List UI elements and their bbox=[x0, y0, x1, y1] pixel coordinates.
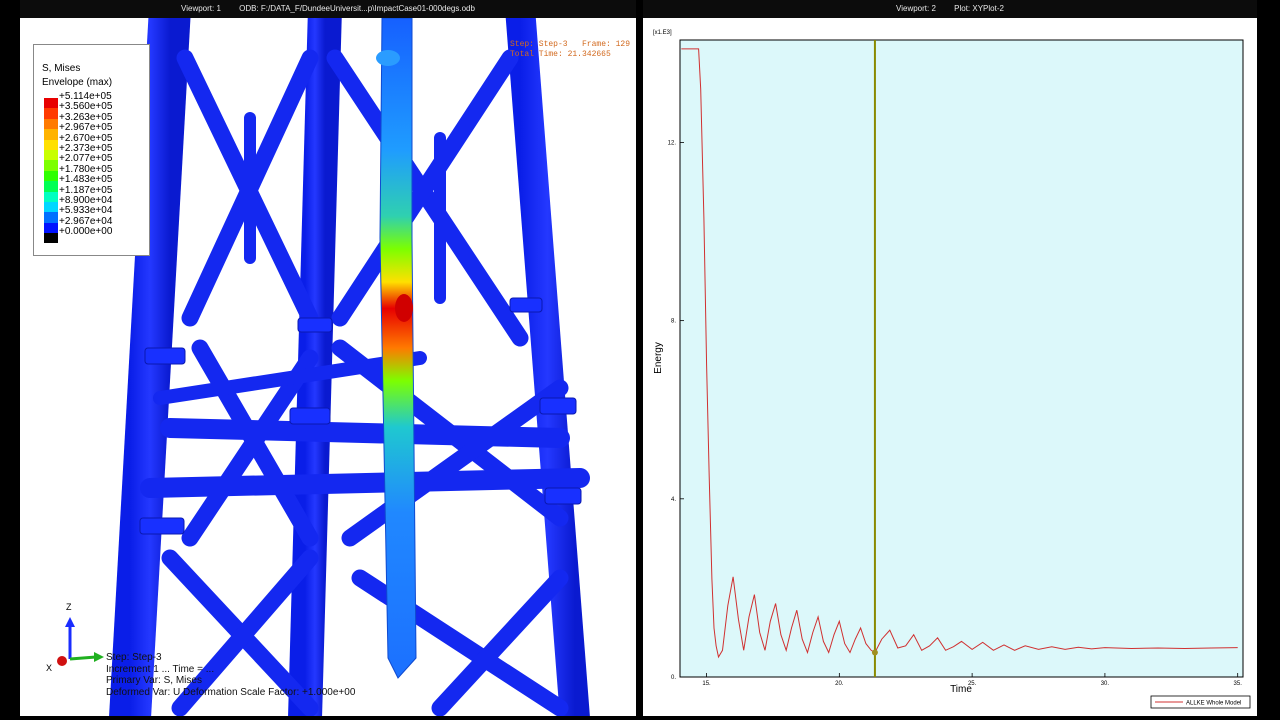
legend-color-bar-7 bbox=[44, 170, 58, 182]
viewport-1[interactable]: Viewport: 1 ODB: F:/DATA_F/DundeeUnivers… bbox=[20, 0, 636, 716]
status-block: Step: Step-3 Increment 1 ... Time = ... … bbox=[106, 652, 355, 698]
legend-color-bar-zero bbox=[44, 233, 58, 244]
model-canvas[interactable]: S, Mises Envelope (max) +5.114e+05 +3.560… bbox=[20, 18, 636, 716]
legend-variable: S, Mises bbox=[42, 63, 81, 74]
x-tick-label-4: 35. bbox=[1234, 681, 1243, 687]
legend-color-bar-8 bbox=[44, 181, 58, 192]
status-increment: Increment 1 ... Time = ... bbox=[106, 663, 215, 675]
legend-color-bar-5 bbox=[44, 149, 58, 161]
axis-triad-icon bbox=[57, 617, 104, 666]
y-tick-label-2: 8. bbox=[671, 319, 676, 325]
viewport-1-label: Viewport: 1 bbox=[181, 4, 221, 13]
legend-color-bar-0 bbox=[44, 98, 58, 109]
viewport-separator bbox=[636, 0, 643, 720]
legend-envelope: Envelope (max) bbox=[42, 77, 113, 88]
viewport-1-title-bar: Viewport: 1 ODB: F:/DATA_F/DundeeUnivers… bbox=[20, 0, 636, 18]
legend-color-bar-6 bbox=[44, 160, 58, 171]
legend-series-name: ALLKE Whole Model bbox=[1186, 701, 1241, 707]
legend-color-bars bbox=[44, 98, 58, 244]
viewport-2-title-bar: Viewport: 2 Plot: XYPlot-2 bbox=[643, 0, 1257, 18]
contour-legend: S, Mises Envelope (max) +5.114e+05 +3.560… bbox=[33, 44, 150, 256]
legend-color-bar-11 bbox=[44, 212, 58, 223]
status-step: Step: Step-3 bbox=[106, 652, 162, 663]
status-deformed-var: Deformed Var: U Deformation Scale Factor… bbox=[106, 686, 356, 698]
legend-color-bar-4 bbox=[44, 139, 58, 150]
time-cursor-marker bbox=[871, 649, 878, 656]
legend-color-bar-9 bbox=[44, 191, 58, 202]
odb-path: ODB: F:/DATA_F/DundeeUniversit...p\Impac… bbox=[239, 4, 475, 13]
y-tick-label-3: 12. bbox=[668, 140, 677, 146]
triad-x-label: X bbox=[46, 663, 53, 673]
y-axis-label: Energy bbox=[653, 342, 664, 374]
y-multiplier-label: [x1.E3] bbox=[653, 30, 672, 36]
xy-plot[interactable]: 15. 20. 25. 30. 35.0.4.8.12. [x1.E3] Time En… bbox=[643, 18, 1257, 716]
x-tick-label-1: 20. bbox=[835, 681, 844, 687]
xy-plot-canvas[interactable]: 15. 20. 25. 30. 35. 0. 4. 8. 12. [x1.E3] Time En… bbox=[643, 18, 1257, 716]
total-time-label: Total Time: 21.342665 bbox=[509, 50, 611, 59]
viewport-2[interactable]: Viewport: 2 Plot: XYPlot-2 15. 20. 25. 30. 3… bbox=[643, 0, 1257, 716]
legend-color-bar-2 bbox=[44, 118, 58, 130]
x-tick-label-0: 15. bbox=[702, 681, 711, 687]
x-axis-label: Time bbox=[950, 684, 972, 695]
step-label: Step: Step-3 bbox=[509, 40, 568, 49]
x-tick-label-3: 30. bbox=[1101, 681, 1110, 687]
step-info: Step: Step-3 Frame: 129 Total Time: 21.3… bbox=[510, 40, 630, 60]
legend-values: +5.114e+05 +3.560e+05 +3.263e+05 +2.967e+05… bbox=[59, 91, 113, 238]
plot-name: Plot: XYPlot-2 bbox=[954, 4, 1004, 13]
legend-color-bar-1 bbox=[44, 108, 58, 119]
legend-color-bar-3 bbox=[44, 129, 58, 140]
chart-legend: ALLKE Whole Model bbox=[1150, 695, 1251, 709]
y-tick-label-0: 0. bbox=[671, 675, 676, 681]
viewport-2-label: Viewport: 2 bbox=[896, 4, 936, 13]
legend-color-bar-10 bbox=[44, 201, 58, 213]
frame-label: Frame: 129 bbox=[581, 40, 630, 49]
legend-color-bar-12 bbox=[44, 222, 58, 234]
triad-z-label: Z bbox=[66, 602, 72, 612]
status-primary-var: Primary Var: S, Mises bbox=[106, 675, 202, 686]
y-tick-label-1: 4. bbox=[671, 497, 676, 503]
legend-value-13: +0.000e+00 bbox=[59, 226, 113, 238]
plot-area bbox=[679, 39, 1244, 678]
